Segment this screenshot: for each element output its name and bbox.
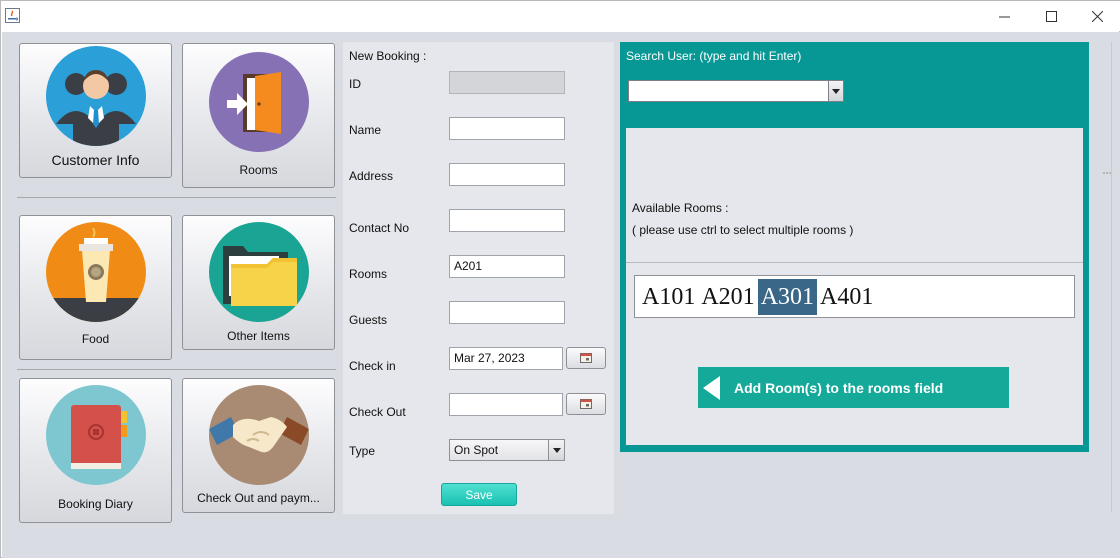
application-window: Customer Info Rooms Food Other Items Boo… (0, 0, 1120, 558)
room-item[interactable]: A101 (639, 279, 698, 315)
other-items-button[interactable]: Other Items (182, 215, 335, 350)
type-select[interactable]: On Spot (449, 439, 565, 461)
diary-icon (45, 385, 146, 485)
door-icon (208, 52, 309, 152)
room-item[interactable]: A201 (698, 279, 757, 315)
close-icon (1091, 10, 1103, 22)
add-rooms-button[interactable]: Add Room(s) to the rooms field (698, 367, 1009, 408)
section-divider (626, 262, 1083, 263)
handshake-icon (208, 385, 309, 485)
java-app-icon (5, 8, 20, 23)
guests-label: Guests (349, 313, 388, 327)
food-button[interactable]: Food (19, 215, 172, 360)
room-item[interactable]: A401 (817, 279, 876, 315)
search-user-combo[interactable] (628, 80, 844, 102)
panel-edge (1111, 42, 1112, 512)
chevron-down-icon (548, 440, 564, 460)
rooms-button[interactable]: Rooms (182, 43, 335, 188)
booking-diary-button[interactable]: Booking Diary (19, 378, 172, 523)
check-out-calendar-button[interactable] (566, 393, 606, 415)
minimize-icon (998, 16, 1010, 17)
name-label: Name (349, 123, 382, 137)
check-out-payment-button[interactable]: Check Out and paym... (182, 378, 335, 513)
title-bar (1, 1, 1120, 31)
search-user-label: Search User: (type and hit Enter) (626, 49, 802, 63)
guests-field[interactable] (449, 301, 565, 324)
booking-diary-label: Booking Diary (58, 497, 133, 511)
rooms-field-label: Rooms (349, 267, 388, 281)
minimize-button[interactable] (981, 1, 1027, 31)
id-label: ID (349, 77, 361, 91)
folder-icon (208, 222, 309, 322)
arrow-left-icon (703, 375, 720, 400)
maximize-button[interactable] (1028, 1, 1074, 31)
address-field[interactable] (449, 163, 565, 186)
customers-icon (45, 46, 146, 146)
check-out-payment-label: Check Out and paym... (197, 491, 320, 505)
resize-grip-icon[interactable] (1103, 171, 1111, 175)
add-rooms-label: Add Room(s) to the rooms field (734, 379, 944, 396)
check-in-label: Check in (349, 359, 396, 373)
customer-info-button[interactable]: Customer Info (19, 43, 172, 178)
food-label: Food (81, 332, 110, 346)
check-in-date-field[interactable]: Mar 27, 2023 (449, 347, 563, 370)
coffee-cup-icon (45, 222, 146, 322)
form-title: New Booking : (349, 49, 427, 63)
customer-info-label: Customer Info (51, 152, 140, 168)
multi-select-hint: ( please use ctrl to select multiple roo… (632, 223, 854, 237)
chevron-down-icon[interactable] (828, 81, 843, 101)
address-label: Address (349, 169, 394, 183)
contact-no-label: Contact No (349, 221, 410, 235)
save-button[interactable]: Save (441, 483, 517, 506)
room-item-selected[interactable]: A301 (757, 278, 818, 315)
calendar-icon (580, 399, 592, 409)
type-label: Type (349, 444, 376, 458)
check-out-date-field[interactable] (449, 393, 563, 416)
calendar-icon (580, 353, 592, 363)
available-rooms-label: Available Rooms : (632, 201, 729, 215)
contact-no-field[interactable] (449, 209, 565, 232)
type-select-value: On Spot (454, 443, 499, 457)
id-field (449, 71, 565, 94)
check-out-label: Check Out (349, 405, 406, 419)
available-rooms-list[interactable]: A101 A201 A301 A401 (634, 275, 1075, 318)
rooms-label: Rooms (239, 163, 278, 177)
rooms-field[interactable]: A201 (449, 255, 565, 278)
name-field[interactable] (449, 117, 565, 140)
other-items-label: Other Items (227, 329, 290, 343)
menu-divider (17, 197, 336, 198)
maximize-icon (1045, 10, 1057, 22)
check-in-calendar-button[interactable] (566, 347, 606, 369)
menu-divider (17, 369, 336, 370)
close-button[interactable] (1074, 1, 1120, 31)
